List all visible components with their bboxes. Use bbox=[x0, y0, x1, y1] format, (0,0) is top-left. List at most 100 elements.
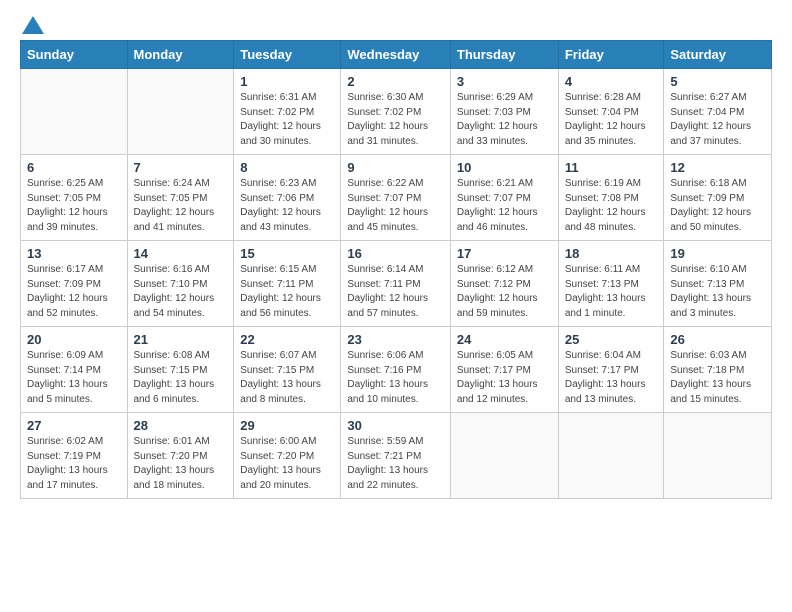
day-number: 27 bbox=[27, 418, 121, 433]
calendar-cell: 28 Sunrise: 6:01 AM Sunset: 7:20 PM Dayli… bbox=[127, 413, 234, 499]
day-info: Sunrise: 6:07 AM Sunset: 7:15 PM Dayligh… bbox=[240, 349, 334, 407]
logo bbox=[20, 16, 46, 30]
day-number: 25 bbox=[565, 332, 658, 347]
calendar-cell: 3 Sunrise: 6:29 AM Sunset: 7:03 PM Daylig… bbox=[450, 69, 558, 155]
column-header-sunday: Sunday bbox=[21, 41, 128, 69]
calendar-cell: 8 Sunrise: 6:23 AM Sunset: 7:06 PM Daylig… bbox=[234, 155, 341, 241]
day-number: 20 bbox=[27, 332, 121, 347]
day-number: 9 bbox=[347, 160, 444, 175]
day-info: Sunrise: 6:15 AM Sunset: 7:11 PM Dayligh… bbox=[240, 263, 334, 321]
calendar-cell: 1 Sunrise: 6:31 AM Sunset: 7:02 PM Daylig… bbox=[234, 69, 341, 155]
day-info: Sunrise: 6:01 AM Sunset: 7:20 PM Dayligh… bbox=[134, 435, 228, 493]
day-info: Sunrise: 6:30 AM Sunset: 7:02 PM Dayligh… bbox=[347, 91, 444, 149]
day-number: 19 bbox=[670, 246, 765, 261]
calendar-cell: 29 Sunrise: 6:00 AM Sunset: 7:20 PM Dayli… bbox=[234, 413, 341, 499]
calendar-cell: 11 Sunrise: 6:19 AM Sunset: 7:08 PM Dayli… bbox=[558, 155, 664, 241]
day-number: 28 bbox=[134, 418, 228, 433]
day-number: 3 bbox=[457, 74, 552, 89]
calendar-cell: 30Sunrise: 5:59 AM Sunset: 7:21 PM Dayli… bbox=[341, 413, 451, 499]
day-number: 11 bbox=[565, 160, 658, 175]
day-info: Sunrise: 6:09 AM Sunset: 7:14 PM Dayligh… bbox=[27, 349, 121, 407]
day-number: 14 bbox=[134, 246, 228, 261]
day-number: 4 bbox=[565, 74, 658, 89]
day-info: Sunrise: 6:12 AM Sunset: 7:12 PM Dayligh… bbox=[457, 263, 552, 321]
calendar-cell: 7 Sunrise: 6:24 AM Sunset: 7:05 PM Daylig… bbox=[127, 155, 234, 241]
day-number: 18 bbox=[565, 246, 658, 261]
page-header bbox=[20, 16, 772, 30]
day-info: Sunrise: 6:00 AM Sunset: 7:20 PM Dayligh… bbox=[240, 435, 334, 493]
day-number: 16 bbox=[347, 246, 444, 261]
calendar-cell: 6Sunrise: 6:25 AM Sunset: 7:05 PM Daylig… bbox=[21, 155, 128, 241]
column-header-monday: Monday bbox=[127, 41, 234, 69]
calendar-cell: 15 Sunrise: 6:15 AM Sunset: 7:11 PM Dayli… bbox=[234, 241, 341, 327]
day-number: 17 bbox=[457, 246, 552, 261]
calendar-cell bbox=[21, 69, 128, 155]
day-info: Sunrise: 6:08 AM Sunset: 7:15 PM Dayligh… bbox=[134, 349, 228, 407]
calendar-week-row: 20 Sunrise: 6:09 AM Sunset: 7:14 PM Dayli… bbox=[21, 327, 772, 413]
day-info: Sunrise: 6:06 AM Sunset: 7:16 PM Dayligh… bbox=[347, 349, 444, 407]
calendar-header-row: SundayMondayTuesdayWednesdayThursdayFrid… bbox=[21, 41, 772, 69]
day-number: 29 bbox=[240, 418, 334, 433]
calendar-week-row: 27 Sunrise: 6:02 AM Sunset: 7:19 PM Dayli… bbox=[21, 413, 772, 499]
calendar-cell: 9 Sunrise: 6:22 AM Sunset: 7:07 PM Daylig… bbox=[341, 155, 451, 241]
day-number: 7 bbox=[134, 160, 228, 175]
calendar-cell: 24 Sunrise: 6:05 AM Sunset: 7:17 PM Dayli… bbox=[450, 327, 558, 413]
calendar-cell: 17 Sunrise: 6:12 AM Sunset: 7:12 PM Dayli… bbox=[450, 241, 558, 327]
day-number: 10 bbox=[457, 160, 552, 175]
day-number: 5 bbox=[670, 74, 765, 89]
day-info: Sunrise: 6:29 AM Sunset: 7:03 PM Dayligh… bbox=[457, 91, 552, 149]
column-header-thursday: Thursday bbox=[450, 41, 558, 69]
day-info: Sunrise: 6:31 AM Sunset: 7:02 PM Dayligh… bbox=[240, 91, 334, 149]
day-info: Sunrise: 6:24 AM Sunset: 7:05 PM Dayligh… bbox=[134, 177, 228, 235]
calendar-cell bbox=[450, 413, 558, 499]
calendar-cell: 19 Sunrise: 6:10 AM Sunset: 7:13 PM Dayli… bbox=[664, 241, 772, 327]
calendar-cell: 4 Sunrise: 6:28 AM Sunset: 7:04 PM Daylig… bbox=[558, 69, 664, 155]
day-number: 8 bbox=[240, 160, 334, 175]
day-number: 26 bbox=[670, 332, 765, 347]
calendar-cell: 13 Sunrise: 6:17 AM Sunset: 7:09 PM Dayli… bbox=[21, 241, 128, 327]
calendar-cell: 23Sunrise: 6:06 AM Sunset: 7:16 PM Dayli… bbox=[341, 327, 451, 413]
day-info: Sunrise: 6:28 AM Sunset: 7:04 PM Dayligh… bbox=[565, 91, 658, 149]
day-info: Sunrise: 6:19 AM Sunset: 7:08 PM Dayligh… bbox=[565, 177, 658, 235]
calendar-table: SundayMondayTuesdayWednesdayThursdayFrid… bbox=[20, 40, 772, 499]
calendar-cell bbox=[664, 413, 772, 499]
day-info: Sunrise: 5:59 AM Sunset: 7:21 PM Dayligh… bbox=[347, 435, 444, 493]
calendar-cell bbox=[127, 69, 234, 155]
day-info: Sunrise: 6:22 AM Sunset: 7:07 PM Dayligh… bbox=[347, 177, 444, 235]
calendar-cell: 14Sunrise: 6:16 AM Sunset: 7:10 PM Dayli… bbox=[127, 241, 234, 327]
calendar-cell: 10 Sunrise: 6:21 AM Sunset: 7:07 PM Dayli… bbox=[450, 155, 558, 241]
calendar-cell: 20 Sunrise: 6:09 AM Sunset: 7:14 PM Dayli… bbox=[21, 327, 128, 413]
logo-icon bbox=[22, 16, 44, 34]
column-header-tuesday: Tuesday bbox=[234, 41, 341, 69]
day-number: 22 bbox=[240, 332, 334, 347]
calendar-week-row: 13 Sunrise: 6:17 AM Sunset: 7:09 PM Dayli… bbox=[21, 241, 772, 327]
day-info: Sunrise: 6:11 AM Sunset: 7:13 PM Dayligh… bbox=[565, 263, 658, 321]
calendar-cell: 26 Sunrise: 6:03 AM Sunset: 7:18 PM Dayli… bbox=[664, 327, 772, 413]
day-number: 15 bbox=[240, 246, 334, 261]
day-info: Sunrise: 6:21 AM Sunset: 7:07 PM Dayligh… bbox=[457, 177, 552, 235]
column-header-wednesday: Wednesday bbox=[341, 41, 451, 69]
calendar-week-row: 1 Sunrise: 6:31 AM Sunset: 7:02 PM Daylig… bbox=[21, 69, 772, 155]
calendar-week-row: 6Sunrise: 6:25 AM Sunset: 7:05 PM Daylig… bbox=[21, 155, 772, 241]
day-info: Sunrise: 6:27 AM Sunset: 7:04 PM Dayligh… bbox=[670, 91, 765, 149]
day-number: 24 bbox=[457, 332, 552, 347]
calendar-cell bbox=[558, 413, 664, 499]
day-info: Sunrise: 6:03 AM Sunset: 7:18 PM Dayligh… bbox=[670, 349, 765, 407]
calendar-cell: 2 Sunrise: 6:30 AM Sunset: 7:02 PM Daylig… bbox=[341, 69, 451, 155]
day-info: Sunrise: 6:17 AM Sunset: 7:09 PM Dayligh… bbox=[27, 263, 121, 321]
day-info: Sunrise: 6:05 AM Sunset: 7:17 PM Dayligh… bbox=[457, 349, 552, 407]
day-number: 2 bbox=[347, 74, 444, 89]
day-info: Sunrise: 6:02 AM Sunset: 7:19 PM Dayligh… bbox=[27, 435, 121, 493]
day-number: 6 bbox=[27, 160, 121, 175]
calendar-cell: 5 Sunrise: 6:27 AM Sunset: 7:04 PM Daylig… bbox=[664, 69, 772, 155]
day-info: Sunrise: 6:10 AM Sunset: 7:13 PM Dayligh… bbox=[670, 263, 765, 321]
calendar-cell: 18 Sunrise: 6:11 AM Sunset: 7:13 PM Dayli… bbox=[558, 241, 664, 327]
day-number: 13 bbox=[27, 246, 121, 261]
calendar-cell: 25Sunrise: 6:04 AM Sunset: 7:17 PM Dayli… bbox=[558, 327, 664, 413]
day-number: 21 bbox=[134, 332, 228, 347]
day-info: Sunrise: 6:14 AM Sunset: 7:11 PM Dayligh… bbox=[347, 263, 444, 321]
calendar-cell: 27 Sunrise: 6:02 AM Sunset: 7:19 PM Dayli… bbox=[21, 413, 128, 499]
calendar-cell: 12Sunrise: 6:18 AM Sunset: 7:09 PM Dayli… bbox=[664, 155, 772, 241]
day-number: 1 bbox=[240, 74, 334, 89]
day-info: Sunrise: 6:23 AM Sunset: 7:06 PM Dayligh… bbox=[240, 177, 334, 235]
